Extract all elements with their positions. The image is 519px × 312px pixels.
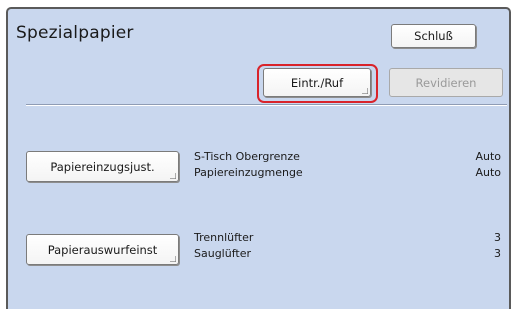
- paper-output-adjust-label: Papierauswurfeinst: [47, 242, 158, 257]
- setting-value: 3: [494, 231, 501, 244]
- setting-value: Auto: [475, 166, 501, 179]
- register-recall-button[interactable]: Eintr./Ruf: [263, 68, 371, 97]
- close-button-label: Schluß: [414, 29, 453, 43]
- paper-feed-adjust-label: Papiereinzugsjust.: [50, 159, 155, 174]
- divider: [26, 104, 507, 106]
- corner-mark-icon: [170, 173, 176, 179]
- setting-name: S-Tisch Obergrenze: [194, 150, 300, 163]
- corner-mark-icon: [362, 88, 368, 94]
- register-recall-label: Eintr./Ruf: [290, 75, 344, 90]
- paper-feed-adjust-button[interactable]: Papiereinzugsjust.: [26, 151, 179, 182]
- paper-output-adjust-button[interactable]: Papierauswurfeinst: [26, 234, 179, 265]
- setting-name: Sauglüfter: [194, 247, 251, 260]
- revise-label: Revidieren: [415, 75, 477, 90]
- revise-button[interactable]: Revidieren: [389, 68, 503, 97]
- corner-mark-icon: [170, 256, 176, 262]
- close-button[interactable]: Schluß: [391, 24, 476, 48]
- special-paper-panel: Spezialpapier Schluß Eintr./Ruf Revidier…: [6, 7, 511, 309]
- setting-value: 3: [494, 247, 501, 260]
- setting-name: Trennlüfter: [194, 231, 254, 244]
- setting-value: Auto: [475, 150, 501, 163]
- setting-name: Papiereinzugmenge: [194, 166, 303, 179]
- screen: Spezialpapier Schluß Eintr./Ruf Revidier…: [0, 0, 519, 312]
- page-title: Spezialpapier: [16, 23, 134, 43]
